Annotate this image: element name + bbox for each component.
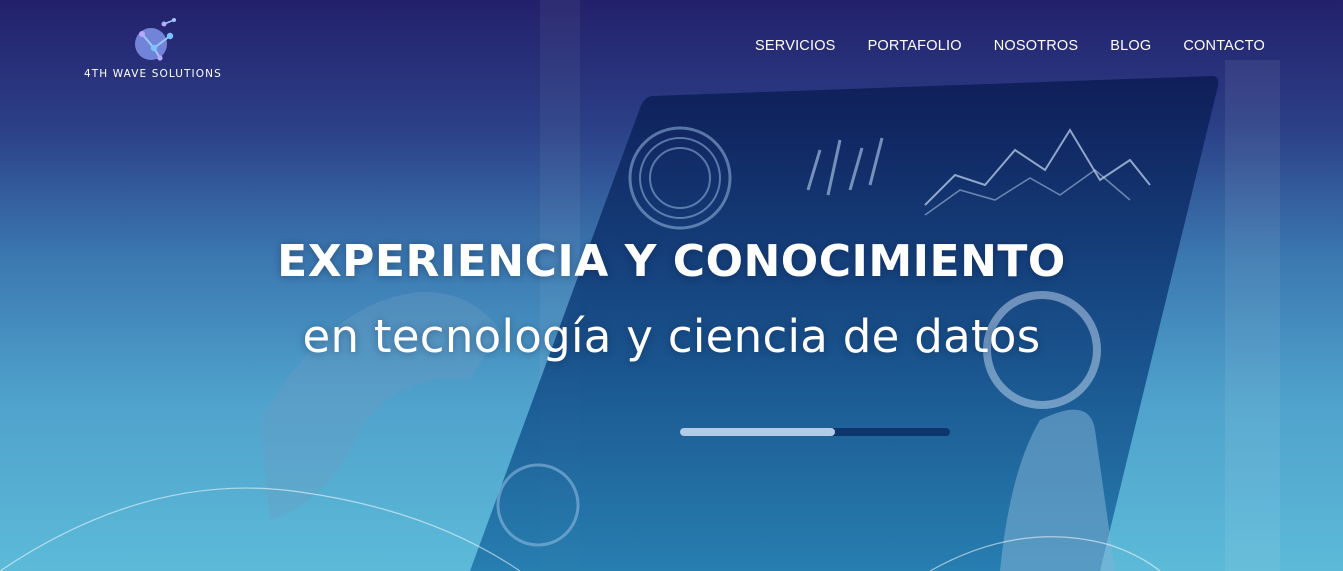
nav-link-nosotros[interactable]: NOSOTROS: [994, 38, 1079, 54]
hero-section: 4TH WAVE SOLUTIONS SERVICIOS PORTAFOLIO …: [0, 0, 1343, 571]
nav-link-contacto[interactable]: CONTACTO: [1183, 38, 1265, 54]
hero-headline: EXPERIENCIA Y CONOCIMIENTO: [277, 236, 1066, 287]
nav-link-blog[interactable]: BLOG: [1110, 38, 1151, 54]
main-navigation: SERVICIOS PORTAFOLIO NOSOTROS BLOG CONTA…: [723, 38, 1265, 54]
brand-name: 4TH WAVE SOLUTIONS: [84, 68, 222, 80]
nav-link-portafolio[interactable]: PORTAFOLIO: [868, 38, 962, 54]
molecule-wave-logo-icon: [135, 18, 176, 61]
brand-logo[interactable]: 4TH WAVE SOLUTIONS: [84, 14, 234, 84]
hero-subheadline: en tecnología y ciencia de datos: [302, 310, 1041, 363]
nav-link-servicios[interactable]: SERVICIOS: [755, 38, 836, 54]
